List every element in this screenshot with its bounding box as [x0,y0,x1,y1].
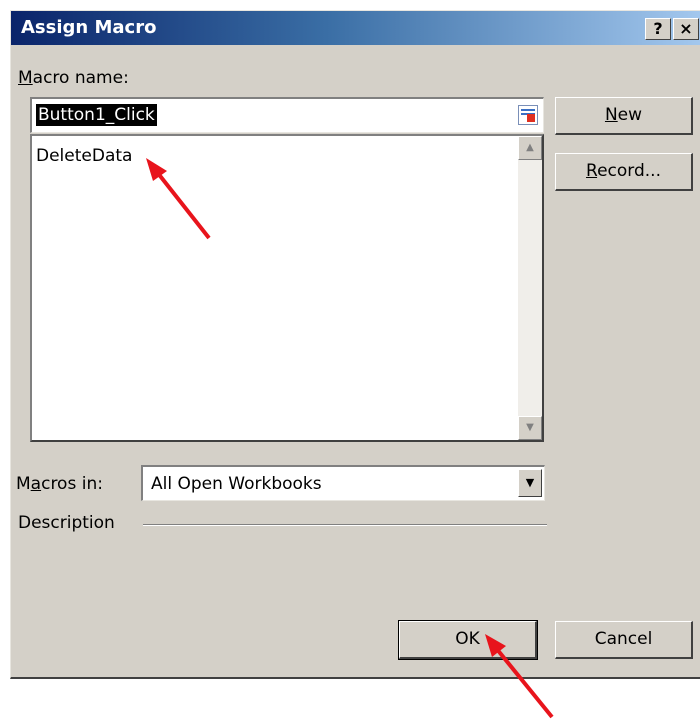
annotation-arrow-to-list-item [146,158,211,240]
annotation-arrow-to-ok-button [485,634,554,719]
annotation-arrows [146,158,554,719]
